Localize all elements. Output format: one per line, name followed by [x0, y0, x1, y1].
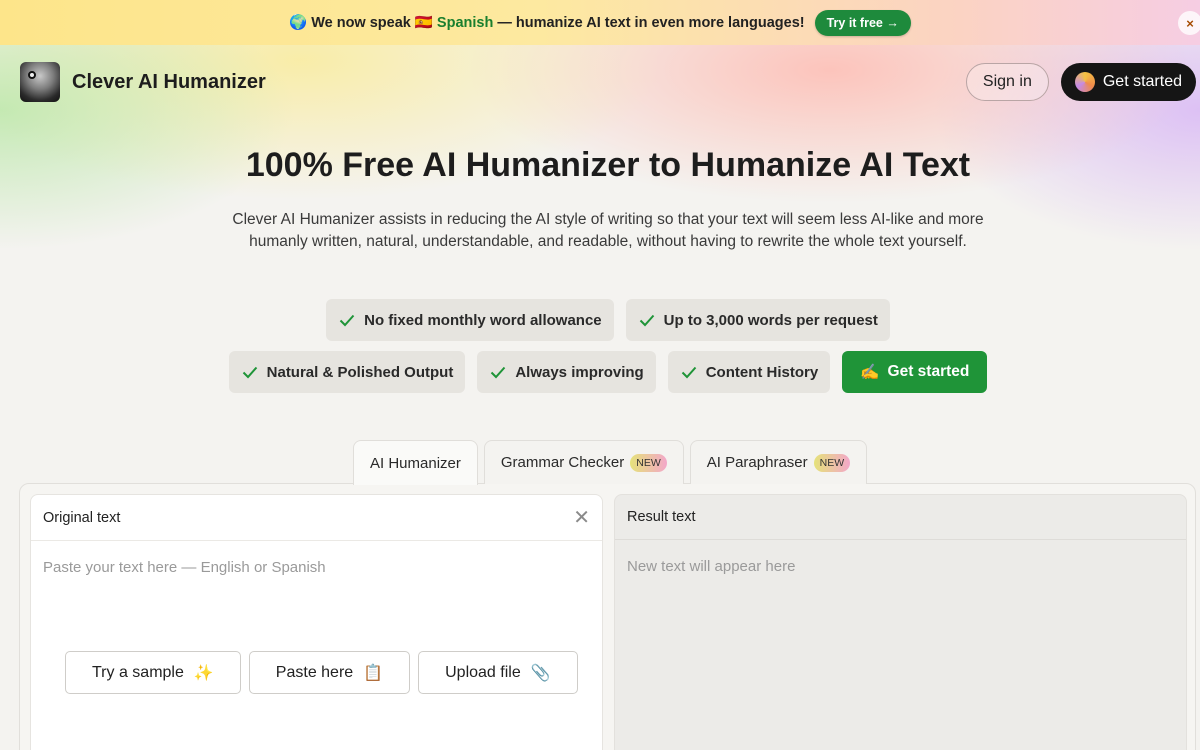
result-text-output: New text will appear here — [627, 558, 796, 575]
check-icon — [242, 366, 257, 379]
feature-chip: Up to 3,000 words per request — [625, 299, 890, 341]
get-started-cta-button[interactable]: ✍️ Get started — [842, 351, 988, 393]
feature-label: No fixed monthly word allowance — [364, 311, 602, 329]
get-started-label: Get started — [1102, 73, 1182, 90]
site-header: Clever AI Humanizer Sign in Get started — [20, 62, 1196, 102]
announcement-language: Spanish — [436, 14, 494, 31]
clear-text-icon[interactable]: ✕ — [573, 508, 590, 528]
feature-chip: No fixed monthly word allowance — [326, 299, 614, 341]
tab-ai-humanizer[interactable]: AI Humanizer — [353, 440, 478, 485]
editor-panel: Original text ✕ Try a sample ✨ Paste her… — [19, 483, 1196, 750]
new-badge: NEW — [813, 453, 851, 472]
feature-label: Up to 3,000 words per request — [663, 311, 878, 329]
tab-label: Grammar Checker — [500, 454, 625, 471]
original-text-title: Original text — [43, 509, 121, 526]
original-text-area — [31, 541, 602, 623]
logo-icon — [20, 62, 60, 102]
brand[interactable]: Clever AI Humanizer — [20, 62, 266, 102]
sparkles-icon: ✨ — [193, 664, 214, 682]
check-icon — [681, 366, 696, 379]
try-sample-button[interactable]: Try a sample ✨ — [65, 651, 241, 694]
feature-list: No fixed monthly word allowance Up to 3,… — [0, 299, 1200, 393]
check-icon — [639, 314, 654, 327]
result-text-header: Result text — [615, 495, 1186, 540]
paperclip-icon: 📎 — [530, 664, 551, 682]
upload-file-button[interactable]: Upload file 📎 — [418, 651, 578, 694]
upload-file-label: Upload file — [445, 663, 521, 681]
writing-hand-icon: ✍️ — [860, 363, 880, 381]
new-badge: NEW — [630, 453, 667, 472]
clipboard-icon: 📋 — [363, 664, 384, 682]
original-text-pane: Original text ✕ Try a sample ✨ Paste her… — [30, 494, 603, 750]
tab-grammar-checker[interactable]: Grammar Checker NEW — [483, 440, 684, 484]
result-text-title: Result text — [627, 509, 696, 525]
try-it-free-button[interactable]: Try it free → — [814, 9, 911, 36]
announcement-suffix: — humanize AI text in even more language… — [497, 14, 805, 31]
announcement-bar: 🌍 We now speak 🇪🇸 Spanish — humanize AI … — [0, 0, 1200, 45]
get-started-icon — [1074, 72, 1095, 92]
tab-ai-paraphraser[interactable]: AI Paraphraser NEW — [689, 440, 868, 484]
original-text-input[interactable] — [43, 559, 590, 619]
input-actions: Try a sample ✨ Paste here 📋 Upload file … — [65, 651, 578, 694]
check-icon — [491, 366, 506, 379]
spain-flag-icon: 🇪🇸 — [414, 15, 433, 31]
globe-icon: 🌍 — [289, 15, 308, 31]
feature-chip: Always improving — [477, 351, 656, 393]
original-text-header: Original text ✕ — [31, 495, 602, 541]
brand-name: Clever AI Humanizer — [72, 70, 266, 93]
feature-label: Always improving — [515, 363, 644, 381]
try-sample-label: Try a sample — [92, 663, 184, 681]
paste-here-label: Paste here — [275, 663, 354, 681]
tab-label: AI Paraphraser — [706, 454, 808, 471]
page-title: 100% Free AI Humanizer to Humanize AI Te… — [245, 146, 971, 184]
header-actions: Sign in Get started — [965, 63, 1196, 101]
feature-label: Content History — [705, 363, 819, 381]
announcement-prefix: We now speak — [311, 14, 411, 31]
hero-description: Clever AI Humanizer assists in reducing … — [232, 211, 984, 250]
result-text-pane: Result text New text will appear here — [614, 494, 1187, 750]
close-icon[interactable]: × — [1178, 11, 1200, 35]
sign-in-button[interactable]: Sign in — [965, 63, 1049, 101]
get-started-button[interactable]: Get started — [1060, 63, 1196, 101]
get-started-cta-label: Get started — [887, 363, 970, 380]
feature-row-1: No fixed monthly word allowance Up to 3,… — [326, 299, 890, 341]
tab-label: AI Humanizer — [370, 454, 461, 472]
tool-tabs: AI Humanizer Grammar Checker NEW AI Para… — [353, 440, 868, 485]
feature-row-2: Natural & Polished Output Always improvi… — [228, 351, 988, 393]
check-icon — [339, 314, 355, 327]
feature-chip: Natural & Polished Output — [228, 351, 466, 393]
paste-here-button[interactable]: Paste here 📋 — [248, 651, 411, 694]
announcement-text: 🌍 We now speak 🇪🇸 Spanish — humanize AI … — [289, 14, 805, 32]
feature-chip: Content History — [667, 351, 831, 393]
feature-label: Natural & Polished Output — [266, 363, 454, 381]
